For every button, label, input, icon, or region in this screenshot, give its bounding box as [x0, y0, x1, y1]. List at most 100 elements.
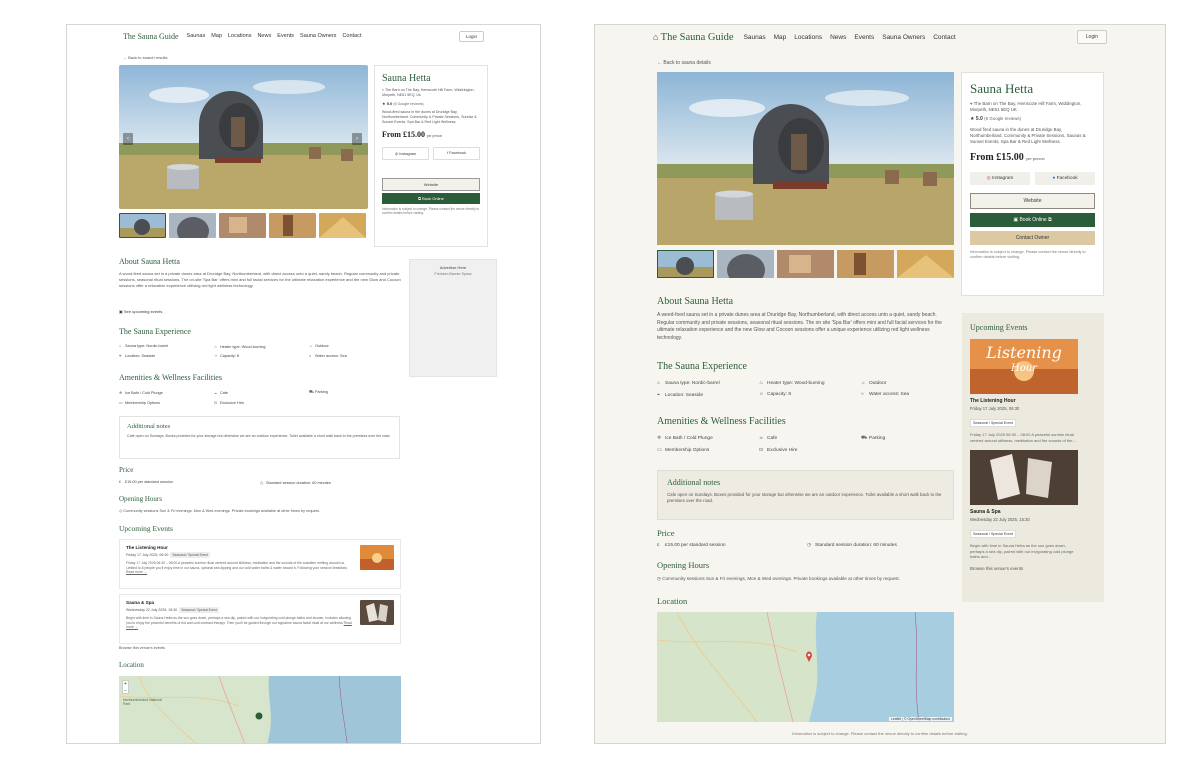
login-button[interactable]: Login	[1076, 30, 1107, 44]
amenity-item: ☕ Cafe	[759, 436, 778, 441]
event-card[interactable]: Sauna & Spa Wednesday 22 July 2025, 15:3…	[970, 450, 1096, 560]
event-title: Sauna & Spa	[126, 600, 155, 605]
experience-heading: The Sauna Experience	[119, 327, 191, 336]
nav-contact[interactable]: Contact	[342, 33, 361, 39]
thumbnail[interactable]	[777, 250, 834, 278]
login-button[interactable]: Login	[458, 30, 484, 42]
main-gallery-image[interactable]	[119, 65, 368, 209]
about-heading: About Sauna Hetta	[119, 257, 180, 266]
nav-news[interactable]: News	[257, 33, 271, 39]
book-online-button[interactable]: ▣ Book Online ⧉	[970, 213, 1095, 228]
event-title: The Listening Hour	[126, 545, 168, 550]
additional-notes: Additional notes Cafe open on Sundays. B…	[657, 470, 954, 520]
nav-locations[interactable]: Locations	[794, 34, 822, 41]
nav-news[interactable]: News	[830, 34, 846, 41]
event-date: Wednesday 22 July 2025, 15:30 Seasonal / …	[126, 607, 219, 613]
disclaimer: Information is subject to change. Please…	[970, 250, 1086, 260]
book-online-button[interactable]: ⧉ Book Online	[382, 192, 480, 204]
nav-saunas[interactable]: Saunas	[744, 34, 766, 41]
event-badge: Seasonal / Special Event	[970, 419, 1016, 427]
thumbnail[interactable]	[897, 250, 954, 278]
nav-contact[interactable]: Contact	[933, 34, 955, 41]
facebook-button[interactable]: f Facebook	[433, 146, 480, 160]
amenity-item: ❄ Ice Bath / Cold Plunge	[657, 436, 713, 441]
brand-logo[interactable]: The Sauna Guide	[123, 32, 179, 41]
website-button[interactable]: Website	[382, 177, 480, 191]
feature-item: ≈ Water access: Sea	[861, 392, 910, 397]
brand-logo[interactable]: ⌂ The Sauna Guide	[653, 32, 734, 43]
map-attribution[interactable]: Leaflet | © OpenStreetMap contributors	[889, 717, 952, 721]
nav-locations[interactable]: Locations	[228, 33, 252, 39]
event-title: Sauna & Spa	[970, 509, 1001, 516]
event-description: Friday 17 July 2025 06:30 – 08:00 A peac…	[970, 432, 1076, 443]
thumbnail[interactable]	[219, 213, 266, 238]
event-description: Begin with time in Sauna Hetta as the su…	[970, 543, 1074, 560]
feature-item: ⌂ Sauna type: Nordic-barrel	[657, 381, 720, 386]
event-image	[970, 450, 1078, 506]
nav-sauna-owners[interactable]: Sauna Owners	[300, 33, 336, 39]
external-link-icon: ⧉	[1046, 217, 1052, 224]
pound-icon: £	[657, 543, 660, 548]
sun-icon: ☼	[861, 381, 866, 386]
location-icon: ⌖	[657, 393, 660, 398]
upcoming-events-sidebar: Upcoming Events Listening Hour The Liste…	[962, 313, 1104, 602]
location-map[interactable]: Leaflet | © OpenStreetMap contributors	[657, 612, 954, 722]
back-link[interactable]: ← Back to sauna details	[657, 60, 711, 66]
thumbnail[interactable]	[269, 213, 316, 238]
thumbnail[interactable]	[837, 250, 894, 278]
thumbnail[interactable]	[119, 213, 166, 238]
cafe-icon: ☕	[759, 436, 764, 441]
feature-item: ☼ Outdoor	[861, 381, 887, 386]
nav-map[interactable]: Map	[774, 34, 787, 41]
nav-sauna-owners[interactable]: Sauna Owners	[882, 34, 925, 41]
location-heading: Location	[657, 596, 688, 606]
event-date: Friday 17 July 2025, 06:30	[970, 406, 1020, 411]
upcoming-heading: Upcoming Events	[970, 323, 1028, 332]
ice-bath-icon: ❄	[657, 436, 662, 441]
gallery-next-button[interactable]: ›	[352, 133, 362, 145]
back-link[interactable]: ← Back to search results	[123, 55, 167, 60]
amenity-item: ❄ Ice Bath / Cold Plunge	[119, 391, 163, 395]
advertise-banner[interactable]: Advertise Here Premium Banner Space	[409, 259, 497, 377]
nav-events[interactable]: Events	[854, 34, 874, 41]
instagram-button[interactable]: ◎ Instagram	[382, 146, 429, 160]
event-card[interactable]: Listening Hour The Listening Hour Friday…	[970, 339, 1096, 443]
instagram-button[interactable]: ◎ Instagram	[970, 172, 1030, 186]
gallery-prev-button[interactable]: ‹	[123, 133, 133, 145]
additional-notes: Additional notes Cafe open on Sundays. B…	[119, 416, 400, 459]
event-image	[360, 545, 394, 570]
event-image	[360, 600, 394, 625]
contact-owner-button[interactable]: Contact Owner	[970, 231, 1095, 246]
chevron-left-icon: ‹	[127, 136, 129, 142]
nav-saunas[interactable]: Saunas	[187, 33, 206, 39]
browse-events-link[interactable]: Browse this venue's events	[119, 646, 401, 652]
thumbnail[interactable]	[657, 250, 714, 278]
event-card[interactable]: Sauna & Spa Wednesday 22 July 2025, 15:3…	[119, 594, 401, 644]
notes-title: Additional notes	[127, 423, 171, 430]
nav-map[interactable]: Map	[211, 33, 222, 39]
footer-disclaimer: Information is subject to change. Please…	[792, 731, 968, 736]
see-events-link[interactable]: ▣ See upcoming events	[119, 309, 401, 315]
event-date: Friday 17 July 2025, 06:30 Seasonal / Spe…	[126, 552, 210, 558]
browse-events-link[interactable]: Browse this venue's events	[970, 566, 1096, 571]
event-badge: Seasonal / Special Event	[170, 552, 210, 558]
notes-text: Cafe open on Sundays. Boxes provided for…	[127, 434, 391, 438]
zoom-controls[interactable]: + −	[122, 680, 129, 694]
thumbnail[interactable]	[169, 213, 216, 238]
event-card[interactable]: The Listening Hour Friday 17 July 2025, …	[119, 539, 401, 589]
website-button[interactable]: Website	[970, 193, 1095, 210]
nav-events[interactable]: Events	[277, 33, 294, 39]
location-map[interactable]: + − Northumberland National Park	[119, 676, 401, 743]
thumbnail[interactable]	[717, 250, 774, 278]
thumbnail[interactable]	[319, 213, 366, 238]
sauna-info-card: Sauna Hetta ⌖ The Barn on The Bay, Hemsc…	[961, 72, 1104, 296]
facebook-button[interactable]: ● Facebook	[1035, 172, 1095, 186]
feature-item: ⌖ Location: Seaside	[119, 354, 156, 358]
advertise-subtitle: Premium Banner Space	[434, 272, 472, 276]
sauna-summary: Wood fired sauna in the dunes at Druridg…	[970, 127, 1086, 145]
advertise-title: Advertise Here	[439, 265, 467, 270]
read-more-link[interactable]: Read more →	[126, 570, 147, 574]
hours-heading: Opening Hours	[119, 495, 162, 503]
sauna-address: ⌖ The Barn on The Bay, Hemscote Hill Far…	[382, 88, 475, 97]
main-gallery-image[interactable]	[657, 72, 954, 245]
